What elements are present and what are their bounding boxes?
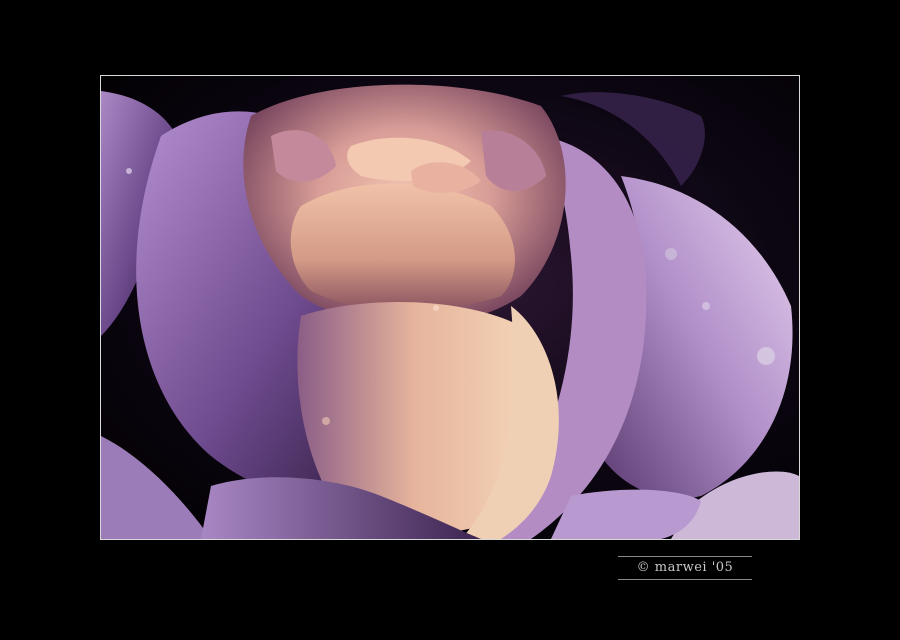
photographer-signature: © marwei '05 xyxy=(618,556,752,580)
rose-photo xyxy=(100,75,800,540)
photo-frame: © marwei '05 xyxy=(0,0,900,640)
rose-illustration xyxy=(101,76,799,539)
